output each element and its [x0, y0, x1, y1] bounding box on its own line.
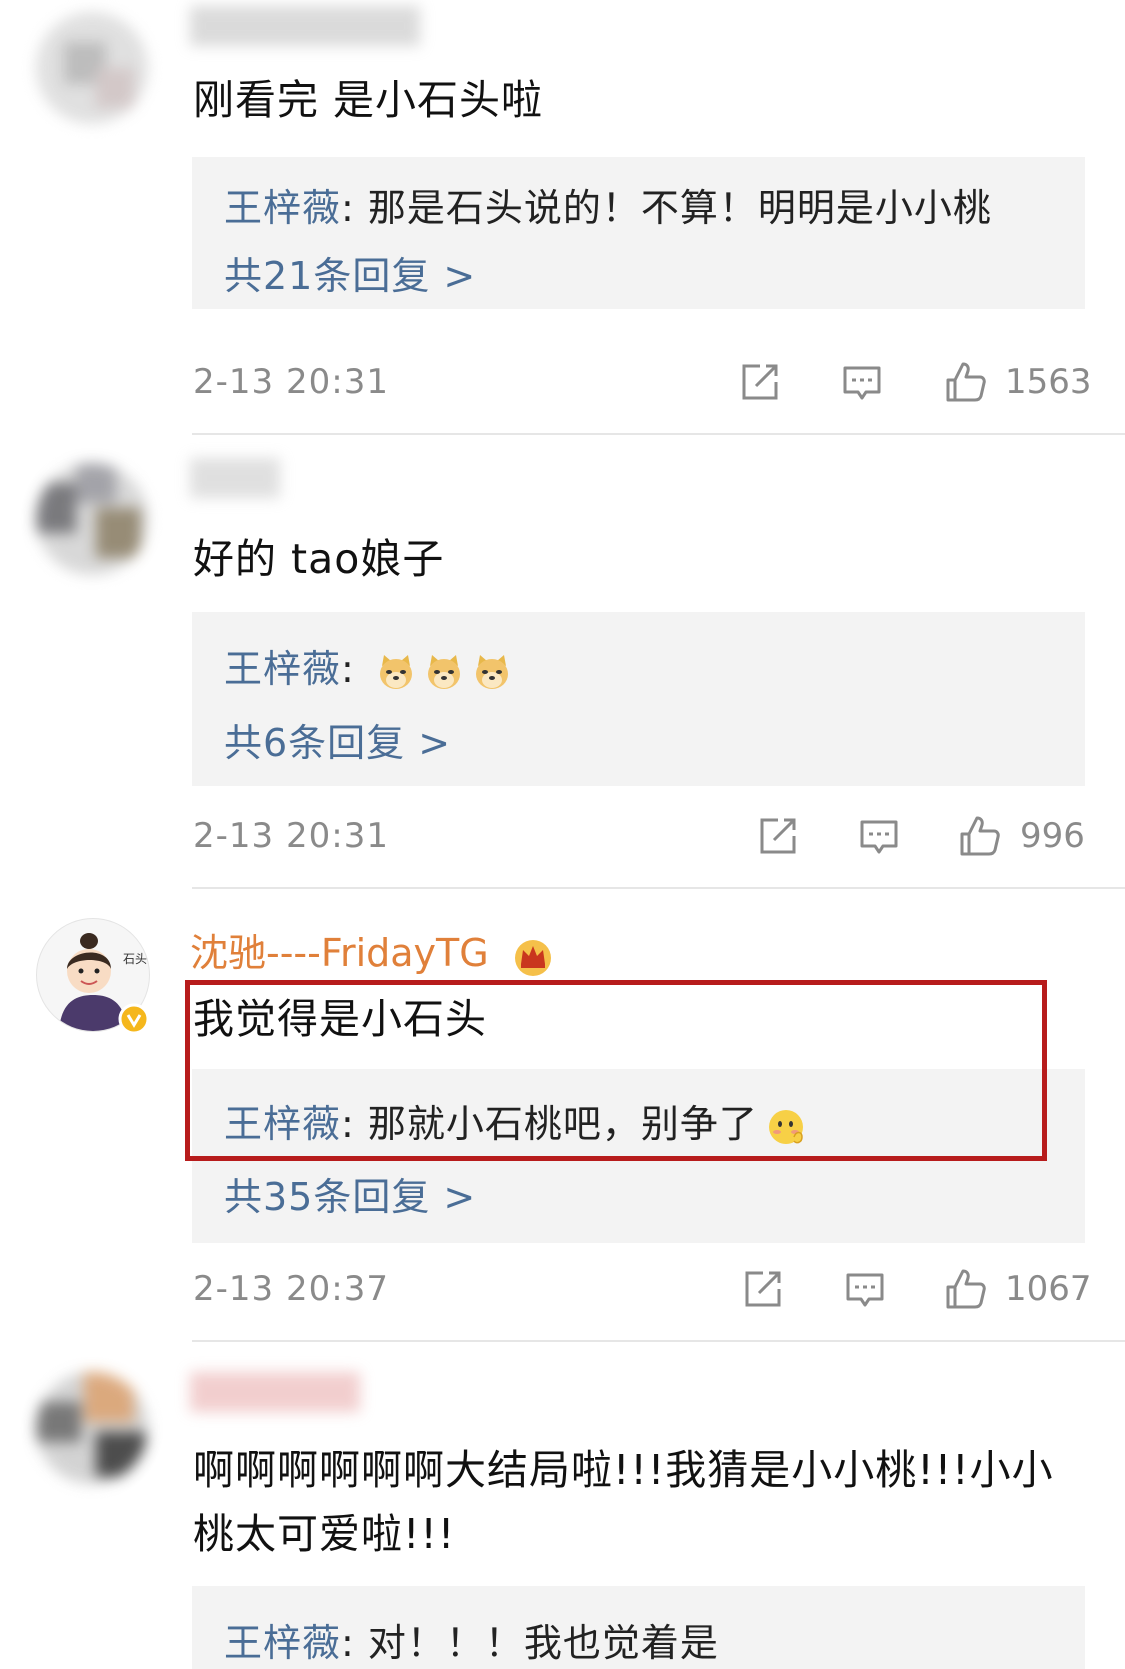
- divider: [192, 1340, 1125, 1342]
- username[interactable]: [190, 1372, 360, 1421]
- reply-preview[interactable]: 王梓薇: 那是石头说的！不算！明明是小小桃 共21条回复 >: [192, 157, 1085, 309]
- reply-count-link[interactable]: 共6条回复 >: [224, 712, 451, 767]
- comment-text-line: 啊啊啊啊啊啊大结局啦!!!我猜是小小桃!!!小小: [193, 1446, 1054, 1494]
- crown-badge-icon: [514, 939, 551, 976]
- like-count: 996: [1020, 816, 1085, 856]
- verified-badge-icon: [118, 1003, 150, 1035]
- reply-text: : 那是石头说的！不算！明明是小小桃: [341, 186, 992, 230]
- username[interactable]: [190, 6, 420, 55]
- reply-count-link[interactable]: 共35条回复 >: [224, 1166, 476, 1221]
- avatar-label: 石头: [123, 952, 147, 966]
- avatar[interactable]: [36, 1372, 148, 1484]
- reply-author[interactable]: 王梓薇: [224, 647, 341, 691]
- comment-text: 刚看完 是小石头啦: [193, 76, 544, 124]
- timestamp: 2-13 20:31: [193, 362, 389, 402]
- doge-emoji-icon: [424, 652, 464, 692]
- reply-author[interactable]: 王梓薇: [224, 186, 341, 230]
- comment-meta: 2-13 20:31 996: [0, 808, 1125, 868]
- reply-line: 王梓薇: 对！！！我也觉着是: [224, 1612, 719, 1667]
- share-icon[interactable]: [756, 814, 800, 858]
- reply-line: 王梓薇: 那是石头说的！不算！明明是小小桃: [224, 177, 992, 232]
- thumbs-up-icon[interactable]: [958, 814, 1002, 858]
- reply-preview[interactable]: 王梓薇: 对！！！我也觉着是: [192, 1586, 1085, 1669]
- share-icon[interactable]: [741, 1267, 785, 1311]
- comment-text-line: 桃太可爱啦!!!: [193, 1510, 456, 1558]
- username[interactable]: 沈驰----FridayTG: [190, 922, 555, 978]
- avatar[interactable]: [36, 12, 148, 124]
- reply-preview[interactable]: 王梓薇: 共6条回复 >: [192, 612, 1085, 786]
- share-icon[interactable]: [738, 360, 782, 404]
- highlight-box: [185, 980, 1047, 1161]
- comment-text: 啊啊啊啊啊啊大结局啦!!!我猜是小小桃!!!小小 桃太可爱啦!!!: [193, 1438, 1098, 1566]
- reply-count-link[interactable]: 共21条回复 >: [224, 245, 476, 300]
- reply-author[interactable]: 王梓薇: [224, 1621, 341, 1665]
- comment-icon[interactable]: [843, 1267, 887, 1311]
- comment-meta: 2-13 20:31 1563: [0, 354, 1125, 414]
- comment-icon[interactable]: [857, 814, 901, 858]
- thumbs-up-icon[interactable]: [944, 1267, 988, 1311]
- username[interactable]: [190, 458, 280, 507]
- thumbs-up-icon[interactable]: [944, 360, 988, 404]
- username-text: 沈驰----FridayTG: [190, 931, 489, 975]
- like-count: 1563: [1005, 362, 1092, 402]
- timestamp: 2-13 20:37: [193, 1269, 389, 1309]
- doge-emoji-icon: [376, 652, 416, 692]
- reply-text: :: [341, 647, 355, 691]
- divider: [192, 433, 1125, 435]
- doge-emoji-icon: [472, 652, 512, 692]
- reply-line: 王梓薇:: [224, 638, 512, 693]
- comment-icon[interactable]: [840, 360, 884, 404]
- comment-text: 好的 tao娘子: [193, 535, 445, 583]
- avatar[interactable]: [36, 463, 148, 575]
- timestamp: 2-13 20:31: [193, 816, 389, 856]
- like-count: 1067: [1005, 1269, 1092, 1309]
- divider: [192, 887, 1125, 889]
- comment-meta: 2-13 20:37 1067: [0, 1261, 1125, 1321]
- reply-text: : 对！！！我也觉着是: [341, 1621, 719, 1665]
